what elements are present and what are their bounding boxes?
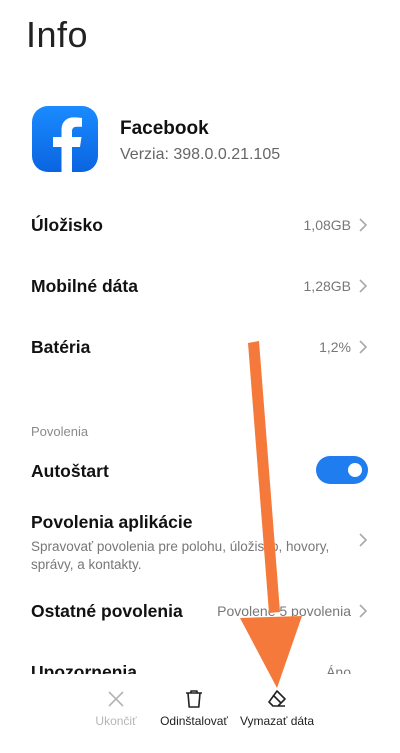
chevron-right-icon	[359, 533, 368, 547]
end-button[interactable]: Ukončiť	[88, 688, 144, 728]
app-header: Facebook Verzia: 398.0.0.21.105	[32, 106, 372, 176]
end-label: Ukončiť	[95, 714, 137, 728]
chevron-right-icon	[359, 604, 368, 618]
chevron-right-icon	[359, 279, 368, 293]
storage-row[interactable]: Úložisko 1,08GB	[31, 205, 371, 245]
notifications-value: Áno	[326, 664, 351, 674]
uninstall-label: Odinštalovať	[160, 714, 228, 728]
battery-value: 1,2%	[319, 339, 351, 355]
chevron-right-icon	[359, 340, 368, 354]
mobile-data-row[interactable]: Mobilné dáta 1,28GB	[31, 266, 371, 306]
storage-value: 1,08GB	[303, 217, 351, 233]
app-permissions-label: Povolenia aplikácie	[31, 512, 193, 532]
clear-data-label: Vymazať dáta	[239, 714, 315, 728]
uninstall-button[interactable]: Odinštalovať	[154, 688, 234, 728]
storage-label: Úložisko	[31, 215, 103, 235]
battery-label: Batéria	[31, 337, 91, 357]
app-version: Verzia: 398.0.0.21.105	[120, 146, 281, 163]
app-permissions-description: Spravovať povolenia pre polohu, úložisko…	[31, 539, 330, 572]
mobile-data-label: Mobilné dáta	[31, 276, 138, 296]
facebook-icon	[32, 106, 98, 172]
autostart-toggle[interactable]	[316, 456, 368, 484]
app-permissions-row[interactable]: Povolenia aplikácie	[31, 502, 371, 547]
toggle-knob	[348, 463, 362, 477]
other-permissions-row[interactable]: Ostatné povolenia Povolené 5 povolenia	[31, 591, 371, 631]
other-permissions-value: Povolené 5 povolenia	[217, 603, 351, 619]
notifications-label: Upozornenia	[31, 662, 137, 674]
autostart-label: Autoštart	[31, 461, 109, 481]
other-permissions-label: Ostatné povolenia	[31, 601, 183, 621]
chevron-right-icon	[359, 218, 368, 232]
notifications-row[interactable]: Upozornenia Áno	[31, 658, 371, 674]
battery-row[interactable]: Batéria 1,2%	[31, 327, 371, 367]
eraser-icon	[268, 690, 286, 707]
close-icon	[108, 691, 124, 707]
page-title: Info	[26, 14, 89, 55]
bottom-action-bar: Ukončiť Odinštalovať Vymazať dáta	[0, 676, 400, 753]
trash-icon	[186, 690, 202, 708]
clear-data-button[interactable]: Vymazať dáta	[234, 688, 320, 728]
app-name: Facebook	[120, 118, 209, 139]
mobile-data-value: 1,28GB	[303, 278, 351, 294]
permissions-section-header: Povolenia	[31, 424, 89, 439]
